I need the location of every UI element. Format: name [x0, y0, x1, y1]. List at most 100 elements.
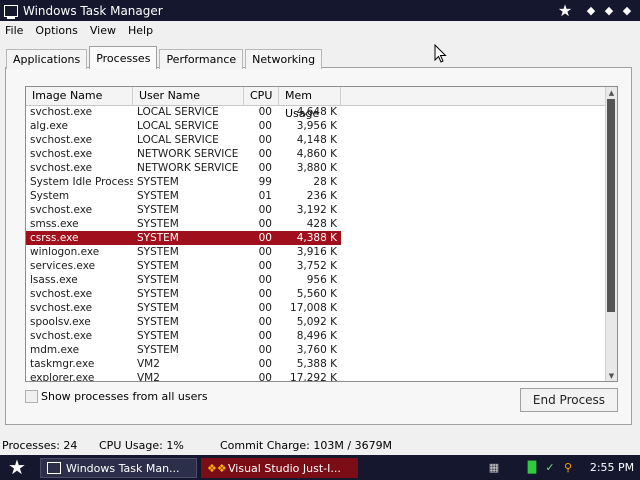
user-name-cell: SYSTEM — [137, 218, 179, 230]
table-row[interactable]: svchost.exe SYSTEM 00 17,008 K — [26, 301, 606, 315]
scroll-down-icon[interactable]: ▼ — [606, 370, 617, 381]
table-row[interactable]: csrss.exe SYSTEM 00 4,388 K — [26, 231, 606, 245]
table-row[interactable]: svchost.exe NETWORK SERVICE 00 3,880 K — [26, 161, 606, 175]
show-all-users-option[interactable]: Show processes from all users — [25, 390, 208, 403]
vertical-scrollbar[interactable]: ▲ ▼ — [605, 87, 617, 381]
mem-usage-cell: 17,292 K — [290, 372, 337, 382]
table-row[interactable]: svchost.exe NETWORK SERVICE 00 4,860 K — [26, 147, 606, 161]
process-name-cell: alg.exe — [30, 120, 68, 132]
status-indicator-icon[interactable]: █ — [524, 460, 540, 476]
mem-usage-cell: 28 K — [313, 176, 337, 188]
process-name-cell: svchost.exe — [30, 106, 93, 118]
keyboard-icon[interactable]: ▦ — [486, 460, 502, 476]
user-name-cell: NETWORK SERVICE — [137, 148, 239, 160]
show-all-users-checkbox[interactable] — [25, 390, 38, 403]
tab-strip: Applications Processes Performance Netwo… — [6, 46, 324, 69]
taskbar-item-label: Windows Task Man... — [66, 461, 180, 475]
minimize-icon[interactable]: ◆ — [602, 2, 616, 18]
process-name-cell: svchost.exe — [30, 330, 93, 342]
table-row[interactable]: services.exe SYSTEM 00 3,752 K — [26, 259, 606, 273]
user-name-cell: SYSTEM — [137, 316, 179, 328]
process-name-cell: svchost.exe — [30, 134, 93, 146]
table-row[interactable]: alg.exe LOCAL SERVICE 00 3,956 K — [26, 119, 606, 133]
tab-processes[interactable]: Processes — [89, 46, 158, 69]
network-icon[interactable]: ✓ — [542, 460, 558, 476]
table-row[interactable]: taskmgr.exe VM2 00 5,388 K — [26, 357, 606, 371]
row-filler — [341, 357, 606, 371]
mem-usage-cell: 5,092 K — [296, 316, 337, 328]
table-row[interactable]: svchost.exe LOCAL SERVICE 00 4,148 K — [26, 133, 606, 147]
process-name-cell: csrss.exe — [26, 231, 133, 245]
table-row[interactable]: spoolsv.exe SYSTEM 00 5,092 K — [26, 315, 606, 329]
mem-usage-cell: 3,192 K — [296, 204, 337, 216]
cpu-cell: 00 — [258, 218, 272, 230]
table-row[interactable]: svchost.exe LOCAL SERVICE 00 4,648 K — [26, 105, 606, 119]
column-header-image-name[interactable]: Image Name — [26, 87, 133, 105]
window-title: Windows Task Manager — [23, 3, 163, 18]
cpu-cell: 00 — [258, 358, 272, 370]
mem-usage-cell: 428 K — [306, 218, 337, 230]
system-tray: ▦ █ ✓ ⚲ 2:55 PM — [486, 455, 640, 480]
list-header: Image Name User Name CPU Mem Usage — [26, 87, 606, 120]
table-row[interactable]: smss.exe SYSTEM 00 428 K — [26, 217, 606, 231]
table-row[interactable]: svchost.exe SYSTEM 00 8,496 K — [26, 329, 606, 343]
cpu-cell: 00 — [258, 106, 272, 118]
cpu-cell: 00 — [258, 330, 272, 342]
user-name-cell: SYSTEM — [137, 246, 179, 258]
debugger-icon: ❖❖ — [207, 461, 227, 475]
column-header-mem-usage[interactable]: Mem Usage — [279, 87, 341, 120]
row-filler — [341, 259, 606, 273]
process-list[interactable]: Image Name User Name CPU Mem Usage svcho… — [25, 86, 618, 382]
scrollbar-thumb[interactable] — [607, 99, 615, 312]
cpu-cell: 00 — [258, 302, 272, 314]
user-name-cell: LOCAL SERVICE — [137, 134, 219, 146]
table-row[interactable]: explorer.exe VM2 00 17,292 K — [26, 371, 606, 382]
user-name-cell: SYSTEM — [133, 231, 244, 245]
cpu-cell: 00 — [258, 316, 272, 328]
row-filler — [341, 315, 606, 329]
taskbar-task-manager[interactable]: Windows Task Man... — [40, 458, 197, 478]
table-row[interactable]: winlogon.exe SYSTEM 00 3,916 K — [26, 245, 606, 259]
table-row[interactable]: lsass.exe SYSTEM 00 956 K — [26, 273, 606, 287]
mem-usage-cell: 8,496 K — [296, 330, 337, 342]
clock[interactable]: 2:55 PM — [584, 461, 640, 474]
table-row[interactable]: System SYSTEM 01 236 K — [26, 189, 606, 203]
mem-usage-cell: 4,388 K — [279, 231, 341, 245]
mem-usage-cell: 3,956 K — [296, 120, 337, 132]
row-filler — [341, 371, 606, 381]
table-row[interactable]: mdm.exe SYSTEM 00 3,760 K — [26, 343, 606, 357]
star-icon[interactable]: ★ — [558, 1, 572, 20]
user-name-cell: SYSTEM — [137, 344, 179, 356]
tab-networking[interactable]: Networking — [245, 49, 323, 69]
end-process-button[interactable]: End Process — [520, 388, 618, 412]
menu-view[interactable]: View — [84, 24, 122, 37]
table-row[interactable]: System Idle Process SYSTEM 99 28 K — [26, 175, 606, 189]
scroll-up-icon[interactable]: ▲ — [606, 87, 617, 98]
cpu-cell: 00 — [258, 246, 272, 258]
pin-icon[interactable]: ◆ — [584, 2, 598, 18]
user-name-cell: SYSTEM — [137, 190, 179, 202]
row-filler — [341, 119, 606, 133]
row-filler — [341, 329, 606, 343]
close-icon[interactable]: ◆ — [620, 2, 634, 18]
user-name-cell: LOCAL SERVICE — [137, 120, 219, 132]
search-icon[interactable]: ⚲ — [560, 460, 576, 476]
column-header-user-name[interactable]: User Name — [133, 87, 244, 105]
process-name-cell: svchost.exe — [30, 162, 93, 174]
tab-applications[interactable]: Applications — [6, 49, 88, 69]
row-filler — [341, 133, 606, 147]
user-name-cell: VM2 — [137, 372, 160, 382]
menu-options[interactable]: Options — [29, 24, 83, 37]
cpu-cell: 00 — [258, 162, 272, 174]
table-row[interactable]: svchost.exe SYSTEM 00 3,192 K — [26, 203, 606, 217]
column-header-cpu[interactable]: CPU — [244, 87, 279, 105]
menu-file[interactable]: File — [0, 24, 29, 37]
menu-help[interactable]: Help — [122, 24, 159, 37]
user-name-cell: VM2 — [137, 358, 160, 370]
table-row[interactable]: svchost.exe SYSTEM 00 5,560 K — [26, 287, 606, 301]
tab-performance[interactable]: Performance — [159, 49, 244, 69]
row-filler — [341, 105, 606, 119]
start-star-icon[interactable]: ★ — [4, 455, 30, 479]
taskbar-visual-studio[interactable]: ❖❖ Visual Studio Just-I... — [201, 458, 358, 478]
user-name-cell: SYSTEM — [137, 288, 179, 300]
